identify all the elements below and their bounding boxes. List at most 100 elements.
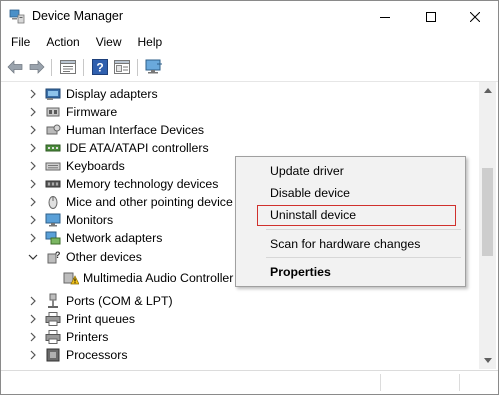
minimize-button[interactable] [362, 1, 408, 32]
menu-item-label: Disable device [270, 186, 350, 200]
chevron-right-icon[interactable] [28, 178, 38, 190]
menu-item-properties[interactable]: Properties [238, 260, 463, 282]
menu-item-update-driver[interactable]: Update driver [238, 159, 463, 181]
tree-item-label: Printers [66, 330, 109, 344]
chevron-right-icon[interactable] [28, 124, 38, 136]
close-button[interactable] [452, 1, 498, 32]
tree-item-label: Multimedia Audio Controller [83, 271, 234, 285]
window-title: Device Manager [32, 9, 124, 23]
menu-item-label: Update driver [270, 164, 344, 178]
menu-help[interactable]: Help [130, 32, 171, 52]
menu-action[interactable]: Action [38, 32, 87, 52]
menu-bar: File Action View Help [1, 32, 498, 52]
toolbar-separator [51, 59, 52, 76]
monitor-scan-icon [145, 59, 162, 74]
tree-item-firmware[interactable]: Firmware [1, 103, 461, 121]
tree-item-label: IDE ATA/ATAPI controllers [66, 141, 209, 155]
monitor-icon [45, 213, 61, 227]
scrollbar-thumb[interactable] [482, 168, 493, 256]
help-button[interactable]: ? [91, 58, 109, 76]
menu-view[interactable]: View [88, 32, 130, 52]
scroll-down-button[interactable] [479, 352, 496, 369]
menu-file[interactable]: File [1, 32, 38, 52]
printer-icon [45, 312, 61, 326]
tree-item-ports-com-lpt[interactable]: Ports (COM & LPT) [1, 292, 461, 310]
keyboard-icon [45, 162, 61, 171]
view-button[interactable] [113, 58, 131, 76]
tree-item-label: Display adapters [66, 87, 158, 101]
chevron-right-icon[interactable] [28, 196, 38, 208]
chevron-right-icon[interactable] [28, 232, 38, 244]
chevron-right-icon[interactable] [28, 214, 38, 226]
tree-item-label: Mice and other pointing device [66, 195, 233, 209]
close-icon [470, 11, 480, 22]
tree-item-label: Processors [66, 348, 128, 362]
minimize-icon [380, 16, 390, 18]
menu-item-scan-for-hardware-changes[interactable]: Scan for hardware changes [238, 232, 463, 254]
toolbar-separator [137, 59, 138, 76]
firmware-icon [46, 107, 60, 117]
forward-button[interactable] [28, 58, 46, 76]
ide-controller-icon [45, 144, 61, 152]
context-menu: Update driver Disable device Uninstall d… [235, 156, 466, 287]
toolbar: ? [1, 54, 498, 82]
printer-icon [45, 330, 61, 344]
menu-item-label: Uninstall device [270, 208, 357, 222]
chevron-right-icon[interactable] [28, 349, 38, 361]
view-icon [114, 60, 130, 74]
tree-item-ide-ata-atapi-controllers[interactable]: IDE ATA/ATAPI controllers [1, 139, 461, 157]
vertical-scrollbar[interactable] [479, 82, 496, 369]
chevron-right-icon[interactable] [28, 295, 38, 307]
warning-device-icon [63, 272, 79, 285]
chevron-right-icon[interactable] [28, 88, 38, 100]
menu-item-label: Properties [270, 265, 331, 279]
status-bar [1, 370, 498, 394]
menu-item-label: Scan for hardware changes [270, 237, 421, 251]
back-button[interactable] [6, 58, 24, 76]
scroll-up-button[interactable] [479, 82, 496, 99]
chevron-right-icon[interactable] [28, 313, 38, 325]
tree-item-human-interface-devices[interactable]: Human Interface Devices [1, 121, 461, 139]
processor-icon [46, 348, 60, 362]
menu-item-disable-device[interactable]: Disable device [238, 181, 463, 203]
maximize-icon [426, 11, 436, 22]
mouse-icon [48, 196, 58, 209]
properties-button[interactable] [59, 58, 77, 76]
tree-item-label: Firmware [66, 105, 118, 119]
status-cell [381, 374, 460, 391]
chevron-down-icon[interactable] [28, 251, 38, 263]
tree-item-label: Ports (COM & LPT) [66, 294, 173, 308]
tree-item-label: Network adapters [66, 231, 163, 245]
port-icon [48, 293, 58, 308]
tree-item-processors[interactable]: Processors [1, 346, 461, 364]
tree-item-label: Print queues [66, 312, 136, 326]
tree-item-label: Keyboards [66, 159, 125, 173]
chevron-right-icon[interactable] [28, 160, 38, 172]
device-manager-window: Device Manager File Action View Help ? D… [0, 0, 499, 395]
chevron-right-icon[interactable] [28, 142, 38, 154]
maximize-button[interactable] [408, 1, 454, 32]
menu-item-uninstall-device[interactable]: Uninstall device [238, 203, 463, 225]
unknown-device-icon: ? [47, 250, 61, 264]
tree-item-label: Monitors [66, 213, 114, 227]
hid-icon [46, 124, 61, 135]
device-manager-app-icon [9, 8, 25, 24]
scan-hardware-button[interactable] [145, 58, 163, 76]
menu-separator [266, 257, 461, 258]
arrow-down-icon [483, 358, 492, 363]
menu-separator [266, 229, 461, 230]
chevron-right-icon[interactable] [28, 106, 38, 118]
title-bar[interactable]: Device Manager [1, 1, 498, 32]
tree-item-print-queues[interactable]: Print queues [1, 310, 461, 328]
help-icon: ? [92, 59, 108, 75]
arrow-up-icon [483, 88, 492, 93]
tree-item-printers[interactable]: Printers [1, 328, 461, 346]
forward-icon [29, 60, 45, 74]
network-adapter-icon [45, 231, 61, 245]
tree-item-display-adapters[interactable]: Display adapters [1, 85, 461, 103]
toolbar-separator [83, 59, 84, 76]
tree-item-label: Human Interface Devices [66, 123, 205, 137]
chevron-right-icon[interactable] [28, 331, 38, 343]
tree-item-label: Memory technology devices [66, 177, 219, 191]
svg-text:?: ? [96, 61, 103, 75]
